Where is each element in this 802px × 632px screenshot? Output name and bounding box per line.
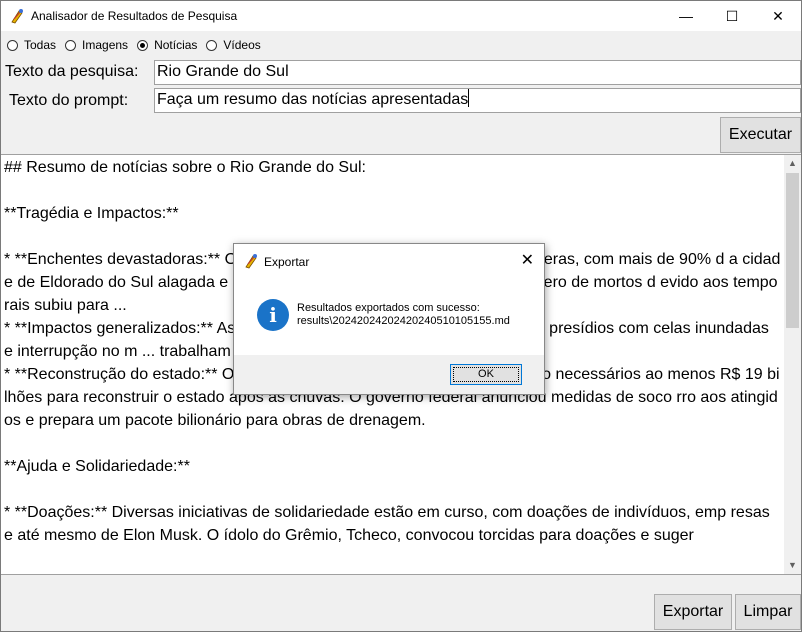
- radio-imagens[interactable]: Imagens: [65, 38, 128, 52]
- export-dialog: Exportar ✕ i Resultados exportados com s…: [233, 243, 545, 395]
- text-caret: [468, 89, 470, 107]
- prompt-text-label: Texto do prompt:: [9, 92, 129, 109]
- dialog-feather-icon: [245, 254, 257, 269]
- radio-videos[interactable]: Vídeos: [206, 38, 261, 52]
- radio-noticias[interactable]: Notícias: [137, 38, 197, 52]
- close-button[interactable]: ✕: [755, 1, 801, 31]
- scroll-down-arrow-icon[interactable]: ▼: [784, 557, 801, 574]
- title-bar[interactable]: Analisador de Resultados de Pesquisa — ☐…: [1, 1, 801, 31]
- dialog-message: Resultados exportados com sucesso: resul…: [297, 302, 510, 328]
- info-icon: i: [257, 299, 289, 331]
- radio-indicator[interactable]: [206, 39, 218, 51]
- scroll-up-arrow-icon[interactable]: ▲: [784, 155, 801, 172]
- radio-label: Vídeos: [223, 38, 261, 52]
- radio-indicator-selected[interactable]: [137, 39, 149, 51]
- dialog-message-line1: Resultados exportados com sucesso:: [297, 302, 480, 314]
- export-button[interactable]: Exportar: [654, 594, 732, 630]
- search-type-group: Todas Imagens Notícias Vídeos: [7, 37, 270, 53]
- dialog-title: Exportar: [264, 255, 310, 269]
- execute-button[interactable]: Executar: [720, 117, 801, 153]
- maximize-button[interactable]: ☐: [709, 1, 755, 31]
- radio-label: Notícias: [154, 38, 198, 52]
- radio-indicator[interactable]: [65, 39, 77, 51]
- dialog-close-icon[interactable]: ✕: [521, 250, 534, 270]
- results-scrollbar[interactable]: ▲ ▼: [784, 155, 801, 574]
- ok-button[interactable]: OK: [450, 364, 522, 385]
- search-text-value: Rio Grande do Sul: [157, 63, 289, 80]
- window-title: Analisador de Resultados de Pesquisa: [31, 9, 238, 23]
- scroll-thumb[interactable]: [786, 173, 799, 328]
- dialog-body: i Resultados exportados com sucesso: res…: [234, 277, 544, 355]
- radio-indicator[interactable]: [7, 39, 18, 51]
- prompt-text-value: Faça um resumo das notícias apresentadas: [157, 91, 469, 108]
- radio-label: Todas: [24, 38, 57, 52]
- minimize-button[interactable]: —: [663, 1, 709, 31]
- dialog-message-line2: results\20242024202420240510105155.md: [297, 315, 510, 327]
- clear-button[interactable]: Limpar: [735, 594, 801, 630]
- search-text-label: Texto da pesquisa:: [5, 63, 139, 80]
- main-window: Analisador de Resultados de Pesquisa — ☐…: [0, 0, 802, 632]
- radio-label: Imagens: [82, 38, 129, 52]
- app-feather-icon: [11, 9, 23, 24]
- search-text-input[interactable]: Rio Grande do Sul: [154, 60, 801, 85]
- prompt-text-input[interactable]: Faça um resumo das notícias apresentadas: [154, 88, 801, 113]
- dialog-title-bar[interactable]: Exportar ✕: [234, 244, 544, 277]
- radio-todas[interactable]: Todas: [7, 38, 56, 52]
